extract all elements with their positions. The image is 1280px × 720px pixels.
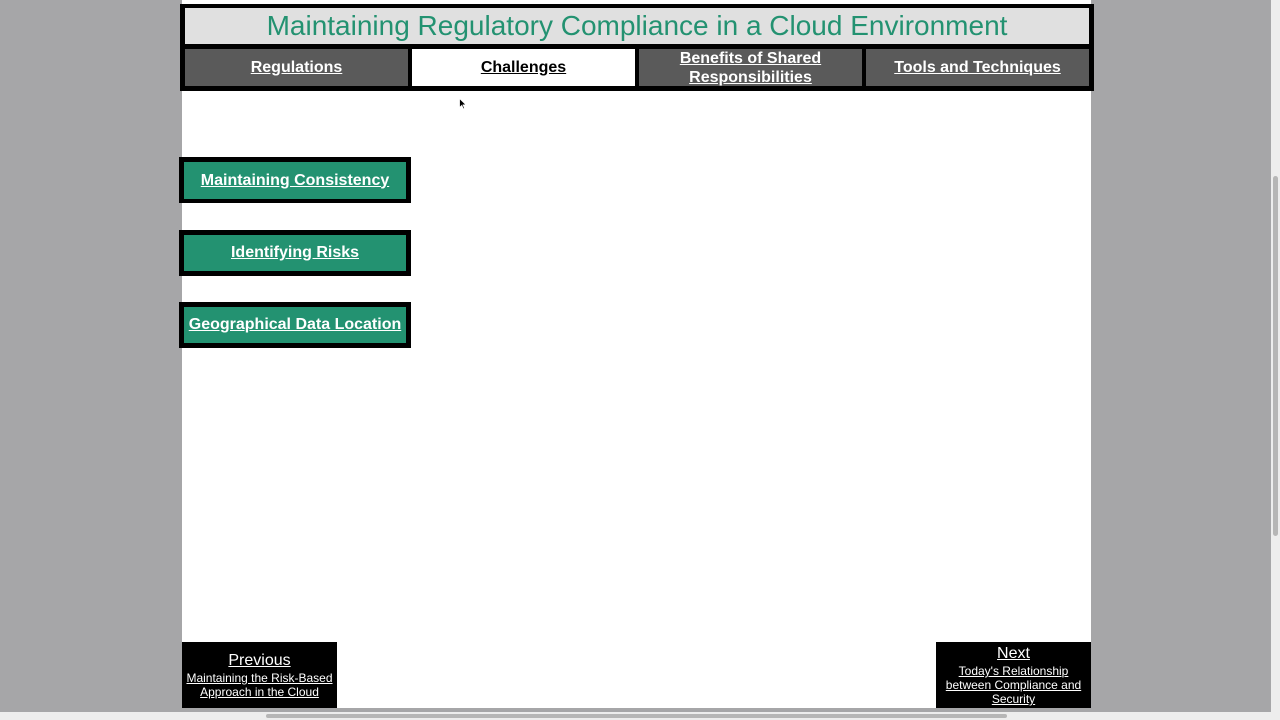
vertical-scrollbar[interactable] xyxy=(1271,0,1280,712)
maintaining-consistency-label: Maintaining Consistency xyxy=(184,162,406,199)
page-title: Maintaining Regulatory Compliance in a C… xyxy=(266,10,1008,41)
geographical-data-location-button[interactable]: Geographical Data Location xyxy=(179,302,411,348)
maintaining-consistency-button[interactable]: Maintaining Consistency xyxy=(179,157,411,203)
vertical-scrollbar-thumb[interactable] xyxy=(1273,176,1278,536)
module-header: Maintaining Regulatory Compliance in a C… xyxy=(180,4,1094,91)
identifying-risks-label: Identifying Risks xyxy=(184,235,406,271)
tab-benefits-of-shared-responsibilities[interactable]: Benefits of Shared Responsibilities xyxy=(639,49,862,86)
previous-page-title: Maintaining the Risk-Based Approach in t… xyxy=(186,671,333,699)
horizontal-scrollbar[interactable] xyxy=(0,712,1280,720)
tab-tools-and-techniques[interactable]: Tools and Techniques xyxy=(866,49,1089,86)
identifying-risks-button[interactable]: Identifying Risks xyxy=(179,230,411,276)
next-page-title: Today's Relationship between Compliance … xyxy=(945,664,1082,706)
next-label: Next xyxy=(997,645,1030,662)
geographical-data-location-label: Geographical Data Location xyxy=(184,307,406,343)
title-bar: Maintaining Regulatory Compliance in a C… xyxy=(185,8,1089,44)
previous-page-button[interactable]: Previous Maintaining the Risk-Based Appr… xyxy=(182,642,337,708)
tab-regulations[interactable]: Regulations xyxy=(185,49,408,86)
previous-label: Previous xyxy=(228,652,291,669)
tab-challenges[interactable]: Challenges xyxy=(412,49,635,86)
next-page-button[interactable]: Next Today's Relationship between Compli… xyxy=(936,642,1091,708)
horizontal-scrollbar-thumb[interactable] xyxy=(266,714,1007,718)
content-area xyxy=(182,0,1091,708)
mouse-pointer-icon xyxy=(459,97,468,115)
